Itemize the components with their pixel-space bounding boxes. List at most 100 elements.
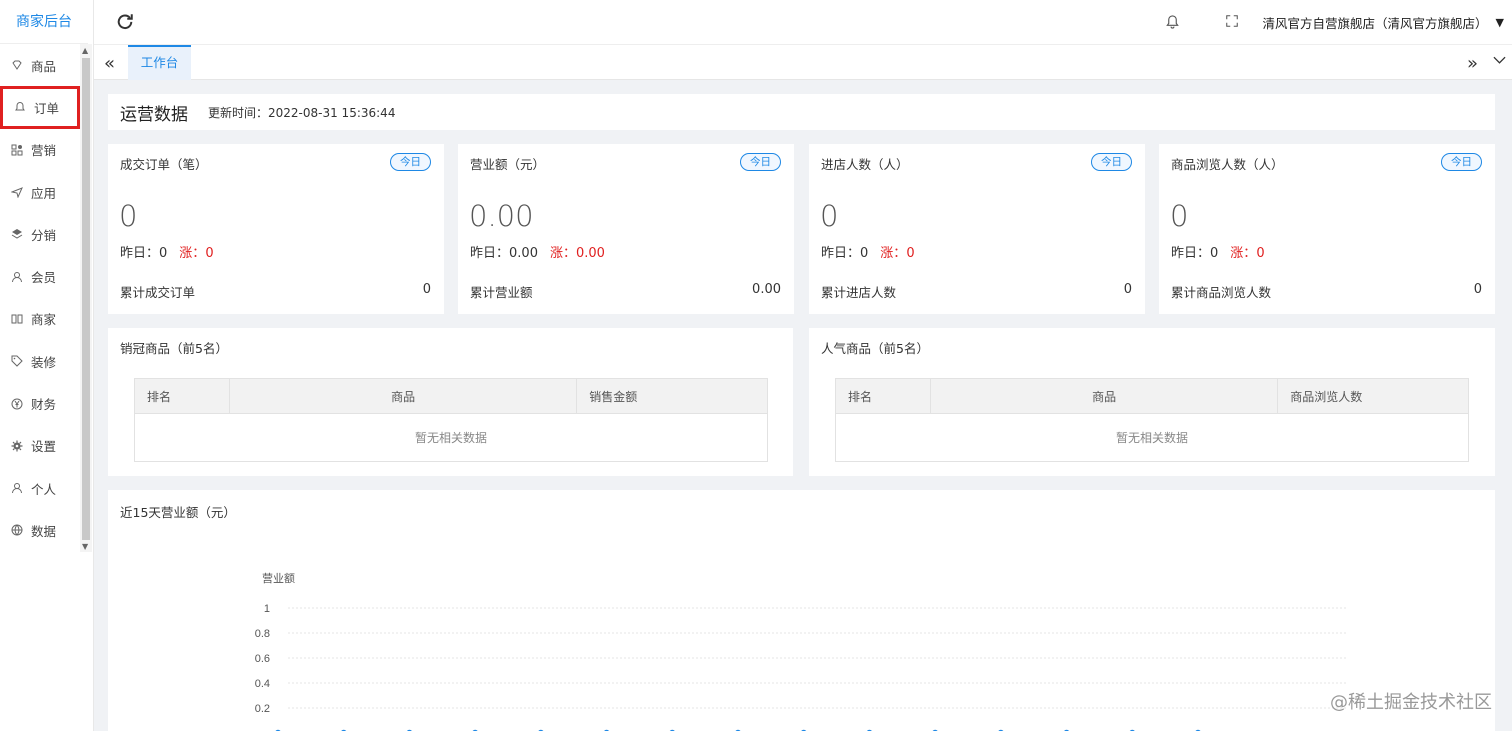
top-sales-card: 销冠商品（前5名） 排名 商品 销售金额 暂无相关数据	[108, 328, 793, 476]
cumulative-label: 累计商品浏览人数	[1171, 285, 1272, 300]
change-label: 涨：	[179, 246, 206, 261]
sidebar-item-9[interactable]: 设置	[0, 425, 80, 467]
scroll-thumb[interactable]	[82, 58, 90, 540]
tabs-menu-chevron-icon[interactable]	[1493, 54, 1506, 69]
sidebar-item-label: 营销	[31, 143, 57, 159]
layers-icon	[10, 227, 24, 241]
globe-icon	[10, 523, 24, 537]
today-badge[interactable]: 今日	[740, 153, 781, 171]
sidebar-item-label: 装修	[31, 354, 57, 370]
tab-workbench[interactable]: 工作台	[128, 45, 191, 80]
sidebar-item-1[interactable]: 订单	[0, 86, 80, 129]
sidebar-item-4[interactable]: 分销	[0, 213, 80, 255]
tabs-scroll-right-icon[interactable]: »	[1467, 53, 1478, 74]
top-popular-title: 人气商品（前5名）	[821, 341, 929, 356]
header-actions: 清风官方自营旗舰店（清风官方旗舰店） ▼	[1143, 0, 1504, 44]
tab-bar: « 工作台 »	[94, 44, 1512, 80]
diamond-icon	[10, 58, 24, 72]
brand-title[interactable]: 商家后台	[0, 0, 88, 44]
sidebar-item-3[interactable]: 应用	[0, 171, 80, 213]
stat-yesterday: 昨日：0 涨：0	[120, 242, 214, 261]
bell-icon	[13, 100, 27, 114]
sidebar-item-label: 订单	[34, 100, 60, 116]
y-tick-label: 0.8	[255, 628, 270, 640]
stat-yesterday: 昨日：0.00 涨：0.00	[470, 242, 605, 261]
y-tick-label: 0.2	[255, 703, 270, 715]
yesterday-label: 昨日：	[120, 246, 160, 261]
sidebar-item-0[interactable]: 商品	[0, 44, 80, 86]
sidebar-item-label: 财务	[31, 397, 57, 413]
column-header: 商品浏览人数	[1277, 378, 1469, 414]
stat-value: 0	[820, 199, 839, 233]
today-badge[interactable]: 今日	[1091, 153, 1132, 171]
store-name[interactable]: 清风官方自营旗舰店（清风官方旗舰店）	[1263, 13, 1488, 32]
scroll-up-icon[interactable]: ▲	[82, 47, 88, 55]
ops-header: 运营数据 更新时间：2022-08-31 15:36:44	[108, 94, 1495, 130]
sidebar-item-5[interactable]: 会员	[0, 255, 80, 297]
tabs-scroll-left-icon[interactable]: «	[104, 53, 115, 74]
stat-value: 0.00	[469, 199, 534, 233]
cumulative-label: 累计营业额	[470, 285, 533, 300]
top-popular-table: 排名 商品 商品浏览人数 暂无相关数据	[835, 378, 1469, 462]
cumulative-value: 0	[1473, 282, 1482, 297]
sidebar-item-label: 个人	[31, 481, 57, 497]
top-bar: 清风官方自营旗舰店（清风官方旗舰店） ▼	[94, 0, 1512, 44]
column-header: 商品	[929, 378, 1279, 414]
sidebar-item-10[interactable]: 个人	[0, 467, 80, 509]
top-sales-table: 排名 商品 销售金额 暂无相关数据	[134, 378, 768, 462]
cumulative-value: 0	[1123, 282, 1132, 297]
stat-title: 进店人数（人）	[821, 157, 909, 172]
cumulative-label: 累计进店人数	[821, 285, 897, 300]
sidebar-scrollbar[interactable]: ▲ ▼	[80, 44, 92, 552]
sidebar-item-label: 分销	[31, 227, 57, 243]
revenue-line-chart: 1 0.8 0.6 0.4 0.2	[255, 603, 1348, 731]
sidebar-item-2[interactable]: 营销	[0, 129, 80, 171]
page-title: 运营数据	[120, 104, 188, 125]
sidebar-item-7[interactable]: 装修	[0, 340, 80, 382]
change-label: 涨：	[549, 246, 576, 261]
refresh-icon[interactable]	[116, 12, 134, 30]
book-icon	[10, 312, 24, 326]
notification-bell-icon[interactable]	[1165, 14, 1181, 30]
tag-icon	[10, 354, 24, 368]
sidebar-item-8[interactable]: 财务	[0, 382, 80, 424]
caret-down-icon[interactable]: ▼	[1496, 16, 1504, 29]
fullscreen-icon[interactable]	[1225, 14, 1241, 30]
watermark: @稀土掘金技术社区	[1330, 692, 1492, 713]
top-sales-title: 销冠商品（前5名）	[120, 341, 228, 356]
today-badge[interactable]: 今日	[390, 153, 431, 171]
cumulative-value: 0	[422, 282, 431, 297]
today-badge[interactable]: 今日	[1441, 153, 1482, 171]
top-popular-card: 人气商品（前5名） 排名 商品 商品浏览人数 暂无相关数据	[809, 328, 1495, 476]
column-header: 销售金额	[576, 378, 768, 414]
sidebar-item-label: 会员	[31, 270, 57, 286]
sidebar-item-label: 商品	[31, 58, 57, 74]
column-header: 排名	[134, 378, 230, 414]
sidebar-item-label: 设置	[31, 439, 57, 455]
cumulative-label: 累计成交订单	[120, 285, 196, 300]
yesterday-label: 昨日：	[821, 246, 861, 261]
stat-card: 成交订单（笔） 今日 0 昨日：0 涨：0 累计成交订单 0	[108, 144, 444, 314]
scroll-down-icon[interactable]: ▼	[82, 543, 88, 551]
revenue-chart-card: 近15天营业额（元） 营业额 1 0.8 0.6 0.4 0.2	[108, 490, 1495, 731]
sidebar-item-11[interactable]: 数据	[0, 509, 80, 551]
change-label: 涨：	[1230, 246, 1257, 261]
empty-message: 暂无相关数据	[835, 413, 1469, 462]
y-tick-label: 0.6	[255, 653, 270, 665]
yesterday-label: 昨日：	[1171, 246, 1211, 261]
stat-card: 营业额（元） 今日 0.00 昨日：0.00 涨：0.00 累计营业额 0.00	[458, 144, 794, 314]
stat-value: 0	[119, 199, 138, 233]
stat-title: 营业额（元）	[470, 157, 546, 172]
grid-icon	[10, 143, 24, 157]
update-time: 更新时间：2022-08-31 15:36:44	[208, 105, 396, 120]
sidebar: 商家后台 商品订单营销应用分销会员商家装修财务设置个人数据 ▲ ▼	[0, 0, 94, 731]
stat-title: 商品浏览人数（人）	[1171, 157, 1284, 172]
stat-yesterday: 昨日：0 涨：0	[821, 242, 915, 261]
yesterday-value: 0	[159, 246, 168, 261]
y-tick-label: 1	[264, 603, 270, 615]
sidebar-item-6[interactable]: 商家	[0, 298, 80, 340]
sidebar-item-label: 数据	[31, 523, 57, 539]
sidebar-item-label: 商家	[31, 312, 57, 328]
yesterday-value: 0	[860, 246, 869, 261]
yesterday-value: 0.00	[509, 246, 538, 261]
